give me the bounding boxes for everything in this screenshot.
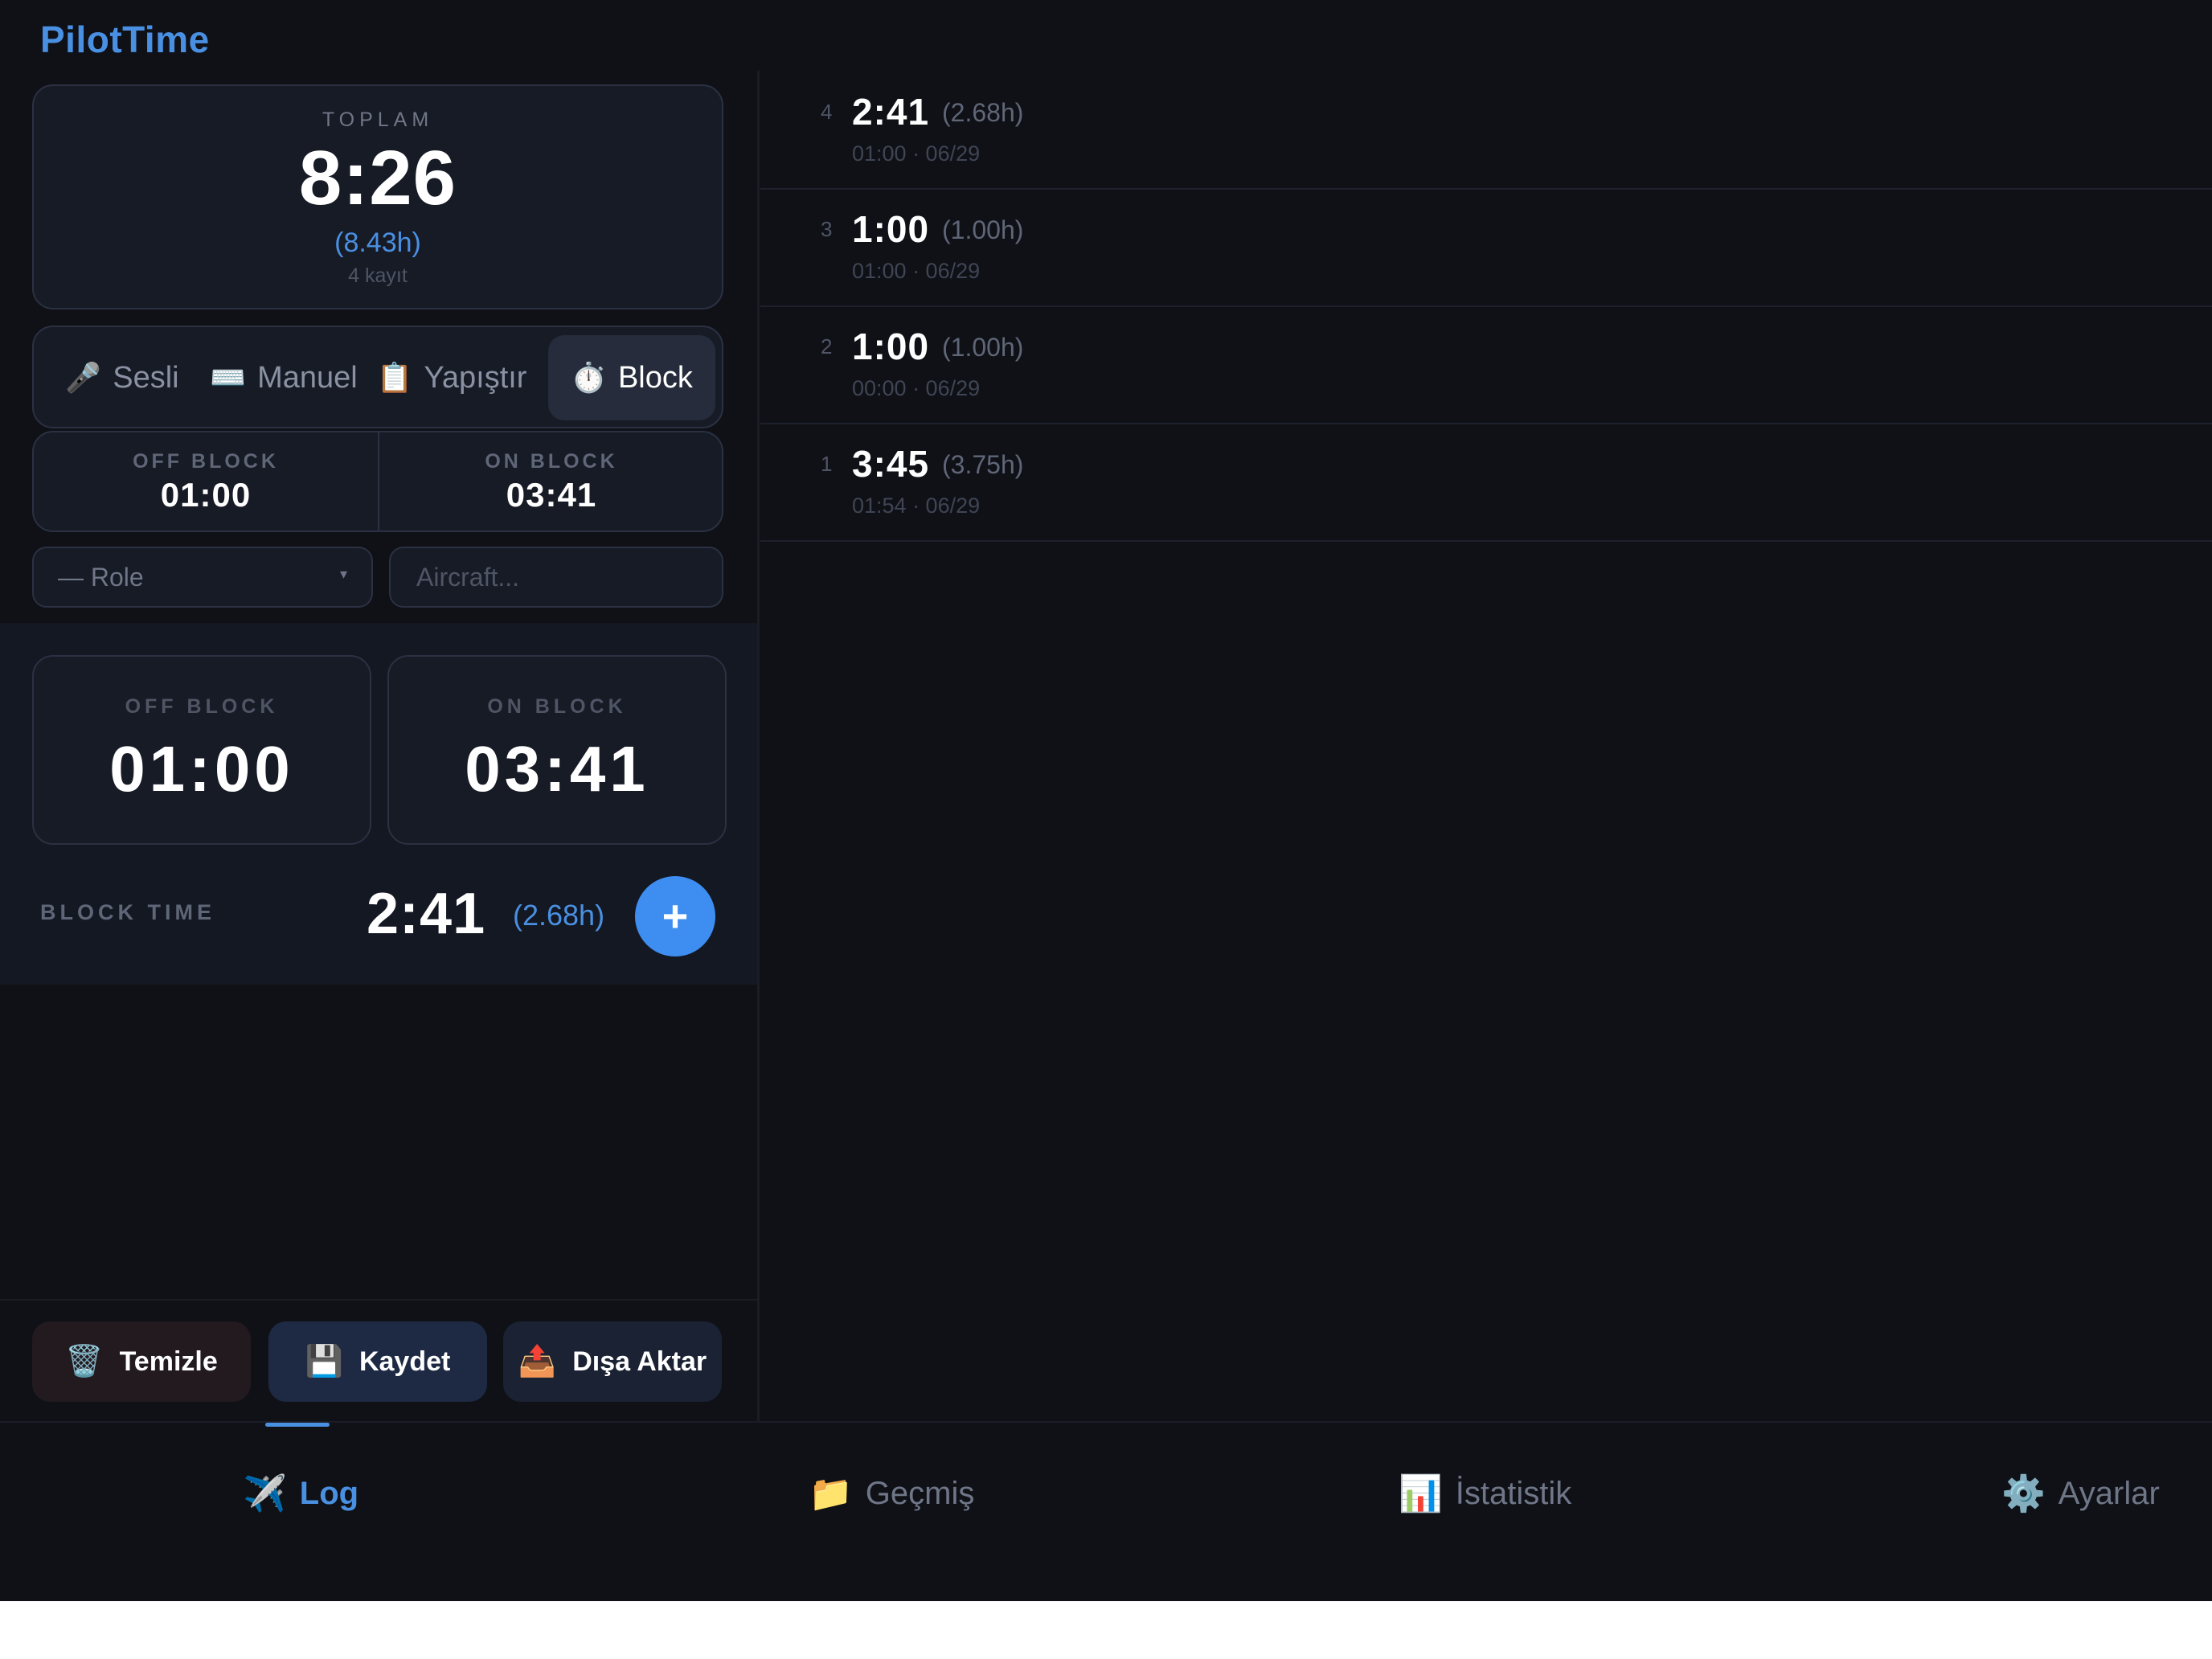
panel-divider xyxy=(757,71,760,1421)
active-tab-indicator xyxy=(265,1423,330,1427)
keyboard-icon: ⌨️ xyxy=(210,361,247,394)
tab-history-label: Geçmiş xyxy=(865,1475,975,1511)
clipboard-icon: 📋 xyxy=(376,361,413,394)
airplane-icon: ✈️ xyxy=(243,1474,287,1514)
tab-statistics-label: İstatistik xyxy=(1455,1475,1572,1511)
off-block-value: 01:00 xyxy=(109,733,294,805)
clear-button[interactable]: 🗑️ Temizle xyxy=(32,1321,251,1402)
add-record-button[interactable]: + xyxy=(635,876,715,956)
block-time-value: 2:41 xyxy=(367,882,486,946)
mode-manual-label: Manuel xyxy=(257,360,358,395)
app-title: PilotTime xyxy=(40,18,210,60)
clear-button-label: Temizle xyxy=(119,1346,218,1377)
on-block-value: 03:41 xyxy=(465,733,649,805)
record-meta: 01:00 · 06/29 xyxy=(852,141,981,166)
record-list: 4 2:41 (2.68h) 01:00 · 06/29 3 1:00 (1.0… xyxy=(760,71,2212,545)
small-off-block[interactable]: OFF BLOCK 01:00 xyxy=(34,432,378,530)
record-time: 2:41 xyxy=(852,91,930,133)
tab-history[interactable]: 📁 Geçmiş xyxy=(809,1468,974,1519)
record-index: 2 xyxy=(821,334,833,358)
record-index: 3 xyxy=(821,217,833,241)
dropdown-arrow-icon: ▾ xyxy=(339,566,347,582)
floppy-disk-icon: 💾 xyxy=(305,1345,343,1378)
total-hours: (8.43h) xyxy=(334,227,421,258)
list-item[interactable]: 3 1:00 (1.00h) 01:00 · 06/29 xyxy=(760,188,2212,307)
aircraft-field[interactable] xyxy=(389,547,723,608)
microphone-icon: 🎤 xyxy=(65,361,102,394)
save-button-label: Kaydet xyxy=(358,1346,451,1377)
block-time-hours: (2.68h) xyxy=(513,899,605,932)
record-index: 4 xyxy=(821,100,833,124)
mode-block-label: Block xyxy=(617,360,693,395)
tab-log-label: Log xyxy=(299,1475,359,1511)
record-time: 3:45 xyxy=(852,443,930,485)
mode-block[interactable]: ⏱️ Block xyxy=(548,335,715,420)
input-mode-selector: 🎤 Sesli ⌨️ Manuel 📋 Yapıştır ⏱️ Block xyxy=(32,326,723,428)
off-block-card[interactable]: OFF BLOCK 01:00 xyxy=(32,655,371,845)
record-hours: (3.75h) xyxy=(942,450,1024,479)
trash-icon: 🗑️ xyxy=(65,1345,104,1378)
mode-manual[interactable]: ⌨️ Manuel xyxy=(199,335,368,420)
small-on-block-value: 03:41 xyxy=(506,476,597,514)
export-button-label: Dışa Aktar xyxy=(572,1346,707,1377)
off-block-label: OFF BLOCK xyxy=(125,695,279,718)
bar-chart-icon: 📊 xyxy=(1399,1474,1443,1514)
record-time: 1:00 xyxy=(852,208,930,250)
mode-voice-label: Sesli xyxy=(113,360,179,395)
mode-voice[interactable]: 🎤 Sesli xyxy=(50,335,195,420)
record-hours: (1.00h) xyxy=(942,333,1024,362)
tab-statistics[interactable]: 📊 İstatistik xyxy=(1399,1468,1571,1519)
gear-icon: ⚙️ xyxy=(2001,1474,2046,1514)
record-hours: (2.68h) xyxy=(942,98,1024,127)
total-label: TOPLAM xyxy=(322,109,434,131)
list-item[interactable]: 4 2:41 (2.68h) 01:00 · 06/29 xyxy=(760,71,2212,190)
small-off-block-value: 01:00 xyxy=(160,476,252,514)
app-window: PilotTime TOPLAM 8:26 (8.43h) 4 kayıt 🎤 … xyxy=(0,0,2212,1601)
small-on-block-label: ON BLOCK xyxy=(485,450,618,473)
export-button[interactable]: 📤 Dışa Aktar xyxy=(503,1321,722,1402)
record-time: 1:00 xyxy=(852,326,930,367)
mode-paste[interactable]: 📋 Yapıştır xyxy=(371,335,532,420)
record-index: 1 xyxy=(821,452,833,476)
tab-settings-label: Ayarlar xyxy=(2058,1475,2160,1511)
on-block-card[interactable]: ON BLOCK 03:41 xyxy=(387,655,727,845)
block-times-summary: OFF BLOCK 01:00 ON BLOCK 03:41 xyxy=(32,431,723,532)
tab-bar-divider xyxy=(0,1421,2212,1423)
block-time-label: BLOCK TIME xyxy=(40,900,215,924)
actions-divider xyxy=(0,1299,757,1301)
on-block-label: ON BLOCK xyxy=(487,695,627,718)
outbox-tray-icon: 📤 xyxy=(518,1345,557,1378)
total-summary-card: TOPLAM 8:26 (8.43h) 4 kayıt xyxy=(32,84,723,309)
small-off-block-label: OFF BLOCK xyxy=(133,450,279,473)
stopwatch-icon: ⏱️ xyxy=(571,361,607,394)
mode-paste-label: Yapıştır xyxy=(424,360,527,395)
list-item[interactable]: 2 1:00 (1.00h) 00:00 · 06/29 xyxy=(760,305,2212,424)
record-hours: (1.00h) xyxy=(942,215,1024,244)
tab-log[interactable]: ✈️ Log xyxy=(243,1468,358,1519)
role-select[interactable]: — Role ▾ xyxy=(32,547,373,608)
tab-settings[interactable]: ⚙️ Ayarlar xyxy=(2001,1468,2160,1519)
folder-icon: 📁 xyxy=(809,1474,853,1514)
record-meta: 01:00 · 06/29 xyxy=(852,259,981,283)
record-count: 4 kayıt xyxy=(348,264,408,287)
list-item[interactable]: 1 3:45 (3.75h) 01:54 · 06/29 xyxy=(760,423,2212,542)
save-button[interactable]: 💾 Kaydet xyxy=(268,1321,487,1402)
role-select-value: — Role xyxy=(58,562,144,592)
record-meta: 00:00 · 06/29 xyxy=(852,376,981,400)
record-meta: 01:54 · 06/29 xyxy=(852,494,981,518)
total-value: 8:26 xyxy=(298,135,457,221)
small-on-block[interactable]: ON BLOCK 03:41 xyxy=(379,432,723,530)
aircraft-input[interactable] xyxy=(415,561,715,593)
